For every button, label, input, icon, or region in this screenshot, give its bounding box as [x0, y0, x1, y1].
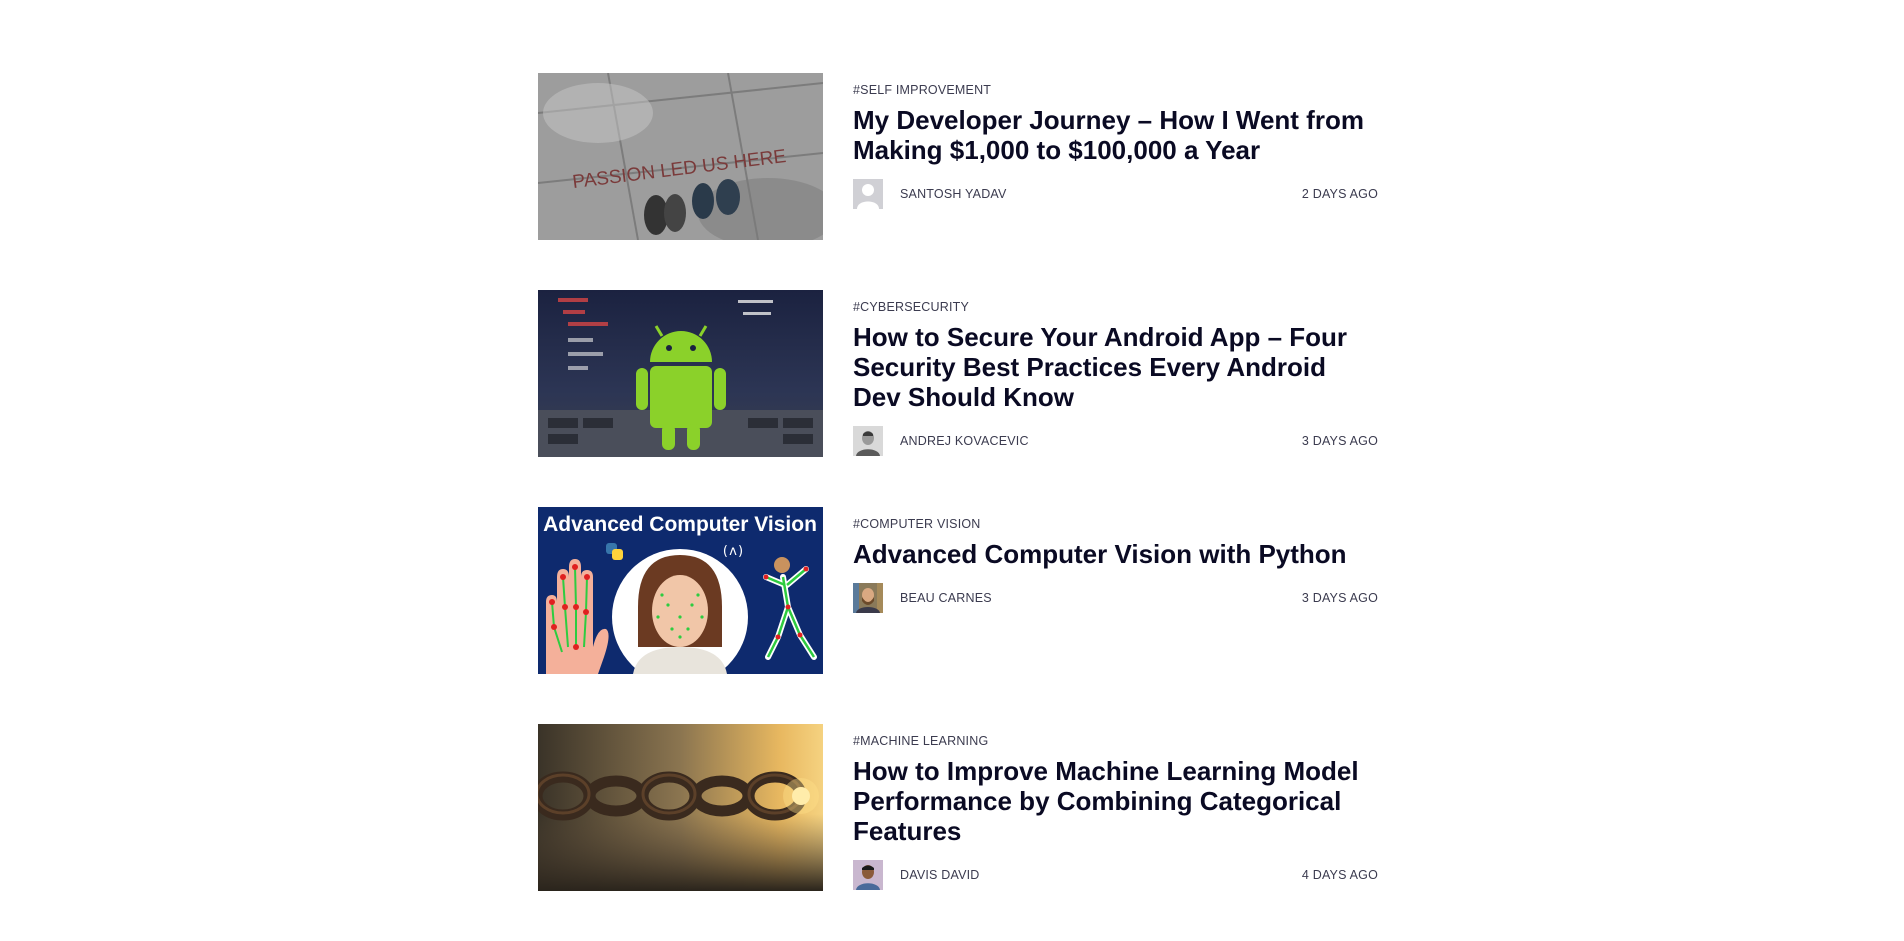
- post-time: 4 DAYS AGO: [1301, 868, 1378, 882]
- post-tag[interactable]: #COMPUTER VISION: [853, 517, 981, 531]
- post-meta: DAVIS DAVID 4 DAYS AGO: [853, 860, 1378, 890]
- freecodecamp-logo-icon: (ʌ): [721, 544, 744, 559]
- author-photo: [853, 583, 883, 613]
- post-image: [538, 724, 823, 891]
- post-thumbnail[interactable]: PASSION LED US HERE: [538, 73, 823, 240]
- post-title[interactable]: Advanced Computer Vision with Python: [853, 539, 1373, 569]
- post-content: #CYBERSECURITY How to Secure Your Androi…: [853, 290, 1378, 457]
- post-time: 3 DAYS AGO: [1301, 591, 1378, 605]
- author-avatar[interactable]: [853, 860, 883, 890]
- post-card: Advanced Computer Vision (ʌ) #COMPUTER V…: [538, 507, 1378, 674]
- post-image: [538, 290, 823, 457]
- author-name[interactable]: BEAU CARNES: [900, 591, 992, 605]
- post-content: #COMPUTER VISION Advanced Computer Visio…: [853, 507, 1378, 674]
- post-meta: SANTOSH YADAV 2 DAYS AGO: [853, 179, 1378, 209]
- post-title[interactable]: How to Improve Machine Learning Model Pe…: [853, 756, 1373, 846]
- post-tag[interactable]: #MACHINE LEARNING: [853, 734, 988, 748]
- author-avatar[interactable]: [853, 426, 883, 456]
- post-title[interactable]: How to Secure Your Android App – Four Se…: [853, 322, 1373, 412]
- post-thumbnail[interactable]: Advanced Computer Vision (ʌ): [538, 507, 823, 674]
- post-content: #MACHINE LEARNING How to Improve Machine…: [853, 724, 1378, 891]
- post-time: 3 DAYS AGO: [1301, 434, 1378, 448]
- post-thumbnail[interactable]: [538, 724, 823, 891]
- post-feed: PASSION LED US HERE #SELF IMPROVEMENT My…: [538, 73, 1378, 941]
- post-tag[interactable]: #CYBERSECURITY: [853, 300, 969, 314]
- author-avatar[interactable]: [853, 179, 883, 209]
- post-meta: ANDREJ KOVACEVIC 3 DAYS AGO: [853, 426, 1378, 456]
- post-time: 2 DAYS AGO: [1301, 187, 1378, 201]
- post-thumbnail[interactable]: [538, 290, 823, 457]
- post-card: #MACHINE LEARNING How to Improve Machine…: [538, 724, 1378, 891]
- author-name[interactable]: SANTOSH YADAV: [900, 187, 1007, 201]
- post-tag[interactable]: #SELF IMPROVEMENT: [853, 83, 991, 97]
- user-placeholder-icon: [853, 179, 883, 209]
- image-caption: Advanced Computer Vision: [543, 513, 817, 536]
- post-card: PASSION LED US HERE #SELF IMPROVEMENT My…: [538, 73, 1378, 240]
- post-meta: BEAU CARNES 3 DAYS AGO: [853, 583, 1378, 613]
- author-photo: [853, 426, 883, 456]
- post-content: #SELF IMPROVEMENT My Developer Journey –…: [853, 73, 1378, 240]
- post-card: #CYBERSECURITY How to Secure Your Androi…: [538, 290, 1378, 457]
- author-avatar[interactable]: [853, 583, 883, 613]
- post-image: PASSION LED US HERE: [538, 73, 823, 240]
- post-title[interactable]: My Developer Journey – How I Went from M…: [853, 105, 1373, 165]
- author-photo: [853, 860, 883, 890]
- author-name[interactable]: DAVIS DAVID: [900, 868, 980, 882]
- post-image: Advanced Computer Vision (ʌ): [538, 507, 823, 674]
- author-name[interactable]: ANDREJ KOVACEVIC: [900, 434, 1029, 448]
